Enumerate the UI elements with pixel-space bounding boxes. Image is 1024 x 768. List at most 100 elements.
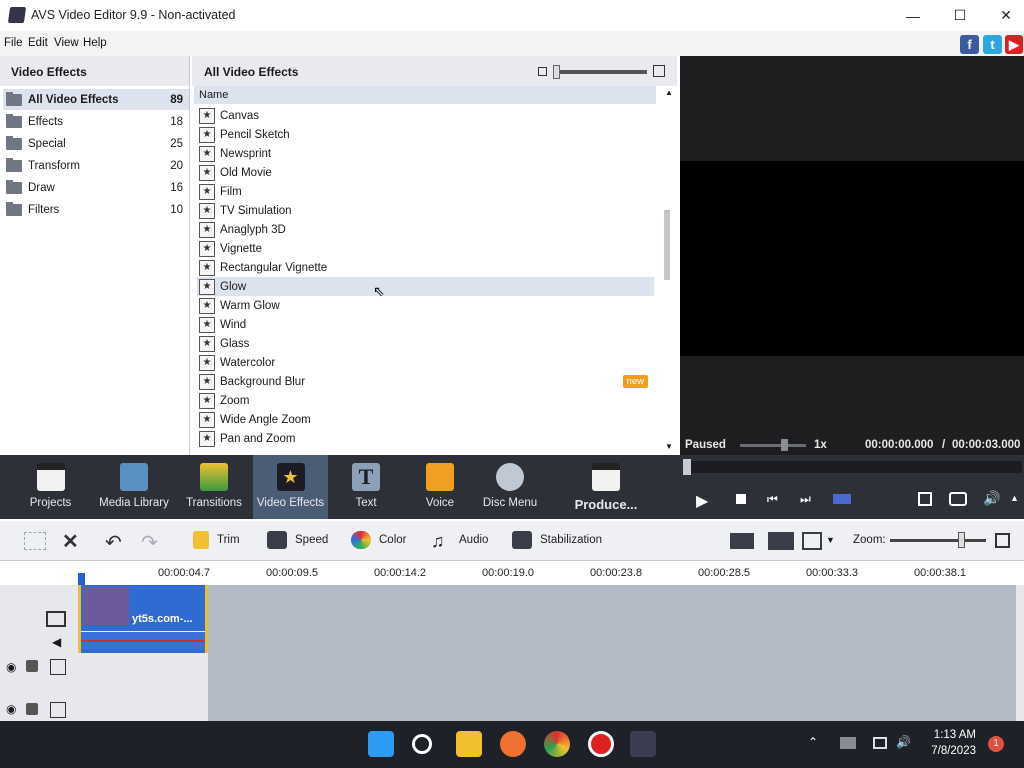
speed-value[interactable]: 1x (814, 439, 827, 451)
timeline-area[interactable]: yt5s.com-... (0, 585, 1024, 721)
effect-item[interactable]: ★ Anaglyph 3D (197, 220, 654, 239)
effect-item[interactable]: ★ Watercolor (197, 353, 654, 372)
show-hidden-icons-icon[interactable]: ⌃ (808, 735, 818, 749)
snapshot-compare-icon[interactable] (833, 494, 851, 504)
select-area-icon[interactable] (24, 532, 46, 550)
display-icon[interactable] (873, 737, 887, 749)
media-library-button[interactable]: Media Library (98, 455, 170, 519)
network-icon[interactable] (840, 737, 856, 749)
close-icon[interactable]: ✕ (983, 0, 1024, 31)
video-effects-button[interactable]: ★ Video Effects (253, 455, 328, 519)
menu-file[interactable]: File (4, 37, 23, 49)
category-transform[interactable]: Transform 20 (3, 155, 189, 176)
effect-item[interactable]: ★ Newsprint (197, 144, 654, 163)
produce-button[interactable]: Produce... (571, 455, 641, 519)
effects-scrollbar[interactable]: ▲ ▼ (662, 86, 674, 455)
effect-item[interactable]: ★ Warm Glow (197, 296, 654, 315)
menu-view[interactable]: View (54, 37, 79, 49)
undo-icon[interactable]: ↶ (105, 530, 122, 555)
play-icon[interactable]: ▶ (696, 491, 708, 511)
effect-item[interactable]: ★ Pencil Sketch (197, 125, 654, 144)
storyboard-view-icon[interactable] (802, 532, 822, 550)
seek-bar[interactable] (686, 461, 1022, 473)
trim-button[interactable]: Trim (193, 531, 240, 549)
disc-menu-button[interactable]: Disc Menu (481, 455, 539, 519)
record-icon[interactable] (588, 731, 614, 757)
chevron-down-icon[interactable]: ▼ (826, 535, 835, 545)
effect-item[interactable]: ★ TV Simulation (197, 201, 654, 220)
youtube-icon[interactable]: ▶ (1005, 35, 1023, 54)
next-frame-icon[interactable]: ⏭ (800, 492, 811, 507)
category-special[interactable]: Special 25 (3, 133, 189, 154)
stop-icon[interactable] (736, 494, 746, 504)
effect-item[interactable]: ★ Canvas (197, 106, 654, 125)
facebook-icon[interactable]: f (960, 35, 979, 54)
firefox-icon[interactable] (500, 731, 526, 757)
seek-handle[interactable] (683, 459, 691, 475)
thumb-size-slider[interactable] (555, 70, 647, 74)
video-clip[interactable]: yt5s.com-... (78, 585, 208, 653)
playhead-marker[interactable] (78, 573, 85, 585)
scroll-down-icon[interactable]: ▼ (665, 442, 673, 451)
previous-frame-icon[interactable]: ⏮ (767, 492, 778, 507)
delete-icon[interactable]: ✕ (62, 529, 79, 554)
zoom-slider[interactable] (890, 539, 986, 542)
volume-icon[interactable]: 🔊 (983, 490, 1000, 507)
volume-handle[interactable] (781, 439, 788, 451)
camera-icon[interactable] (949, 492, 967, 506)
search-icon[interactable] (412, 734, 432, 754)
transitions-button[interactable]: Transitions (183, 455, 245, 519)
effect-item[interactable]: ★ Glass (197, 334, 654, 353)
windows-start-icon[interactable] (368, 731, 394, 757)
slider-handle[interactable] (553, 65, 560, 79)
effect-item[interactable]: ★ Glow (197, 277, 654, 296)
category-all-video-effects[interactable]: All Video Effects 89 (3, 89, 189, 110)
large-thumb-icon[interactable] (653, 65, 665, 77)
volume-slider[interactable] (740, 444, 806, 447)
timeline-scrollbar[interactable] (1016, 585, 1024, 721)
menu-help[interactable]: Help (83, 37, 107, 49)
eye-icon[interactable]: ◉ (6, 660, 16, 674)
effect-item[interactable]: ★ Rectangular Vignette (197, 258, 654, 277)
audio-button[interactable]: ♫ Audio (431, 531, 488, 551)
speed-button[interactable]: Speed (267, 531, 328, 549)
lock-icon[interactable] (26, 703, 38, 715)
maximize-icon[interactable]: ☐ (937, 0, 983, 31)
redo-icon[interactable]: ↷ (141, 530, 158, 555)
notification-badge[interactable]: 1 (988, 736, 1004, 752)
effect-item[interactable]: ★ Zoom (197, 391, 654, 410)
clock-time[interactable]: 1:13 AM (928, 729, 976, 741)
text-button[interactable]: T Text (346, 455, 386, 519)
category-effects[interactable]: Effects 18 (3, 111, 189, 132)
twitter-icon[interactable]: t (983, 35, 1002, 54)
small-thumb-icon[interactable] (538, 67, 547, 76)
fit-to-window-icon[interactable] (995, 533, 1010, 548)
effect-item[interactable]: ★ Old Movie (197, 163, 654, 182)
file-explorer-icon[interactable] (456, 731, 482, 757)
minimize-icon[interactable]: — (890, 0, 936, 31)
effect-item[interactable]: ★ Vignette (197, 239, 654, 258)
voice-button[interactable]: Voice (420, 455, 460, 519)
category-filters[interactable]: Filters 10 (3, 199, 189, 220)
menu-edit[interactable]: Edit (28, 37, 48, 49)
category-draw[interactable]: Draw 16 (3, 177, 189, 198)
chrome-icon[interactable] (544, 731, 570, 757)
scroll-up-icon[interactable]: ▲ (665, 88, 673, 97)
scroll-thumb[interactable] (664, 210, 670, 280)
effect-item[interactable]: ★ Wide Angle Zoom (197, 410, 654, 429)
name-column-header[interactable]: Name (194, 86, 656, 104)
fullscreen-icon[interactable] (918, 492, 932, 506)
timeline-ruler[interactable]: 00:00:04.7 00:00:09.5 00:00:14.2 00:00:1… (0, 561, 1024, 585)
effect-item[interactable]: ★ Background Blur new (197, 372, 654, 391)
effect-item[interactable]: ★ Film (197, 182, 654, 201)
speaker-icon[interactable]: 🔊 (896, 735, 911, 749)
split-icon[interactable] (730, 533, 754, 549)
projects-button[interactable]: Projects (22, 455, 79, 519)
zoom-handle[interactable] (958, 532, 965, 548)
effect-item[interactable]: ★ Wind (197, 315, 654, 334)
eye-icon[interactable]: ◉ (6, 702, 16, 716)
effect-item[interactable]: ★ Pan and Zoom (197, 429, 654, 448)
more-options-icon[interactable]: ▲ (1010, 493, 1019, 503)
audio-mixer-icon[interactable] (768, 532, 794, 550)
color-button[interactable]: Color (351, 531, 406, 549)
